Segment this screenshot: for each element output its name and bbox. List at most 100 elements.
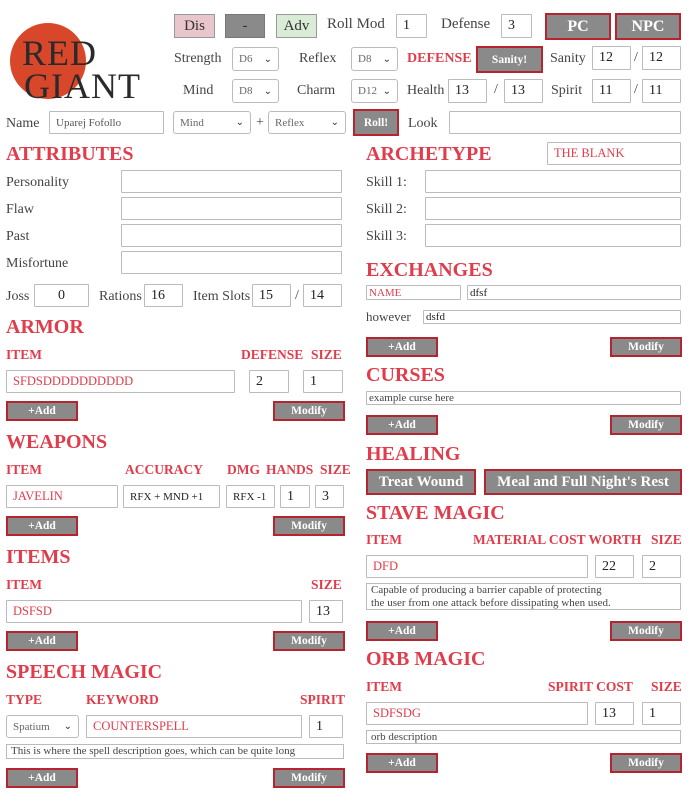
orb-modify-button[interactable]: Modify [610,753,682,773]
items-modify-button[interactable]: Modify [273,631,345,651]
look-label: Look [408,116,438,131]
item-name-input[interactable]: DSFSD [6,600,302,623]
item-slots-current-input[interactable]: 15 [252,284,291,307]
curse-input[interactable]: example curse here [366,391,681,405]
weapons-add-button[interactable]: +Add [6,516,78,536]
reflex-die-select[interactable]: D8 ⌄ [351,47,398,71]
exchanges-modify-button[interactable]: Modify [610,337,682,357]
skill3-input[interactable] [425,224,681,247]
weapon-hands-input[interactable]: 1 [280,485,310,508]
stave-description-textarea[interactable]: Capable of producing a barrier capable o… [366,583,681,610]
exchange-name-input[interactable]: NAME [366,285,461,300]
character-name-input[interactable]: Uparej Fofollo [49,111,164,134]
chevron-down-icon: ⌄ [382,53,391,65]
armor-add-button[interactable]: +Add [6,401,78,421]
weapon-size-input[interactable]: 3 [315,485,344,508]
look-input[interactable] [449,111,681,134]
personality-input[interactable] [121,170,342,193]
orb-size-input[interactable]: 1 [642,702,681,725]
stave-cost-input[interactable]: 22 [595,555,634,578]
chevron-down-icon: ⌄ [382,85,391,97]
weapons-col-size: SIZE [320,462,351,477]
weapon-item-input[interactable]: JAVELIN [6,485,118,508]
health-label: Health [407,83,445,98]
health-current-input[interactable]: 13 [448,79,487,103]
speech-modify-button[interactable]: Modify [273,768,345,788]
weapons-modify-button[interactable]: Modify [273,516,345,536]
speech-add-button[interactable]: +Add [6,768,78,788]
exchanges-add-button[interactable]: +Add [366,337,438,357]
weapon-accuracy-input[interactable]: RFX + MND +1 [123,485,220,508]
treat-wound-button[interactable]: Treat Wound [366,469,476,495]
stave-modify-button[interactable]: Modify [610,621,682,641]
stave-add-button[interactable]: +Add [366,621,438,641]
item-slots-max-input[interactable]: 14 [303,284,342,307]
sanity-current-input[interactable]: 12 [592,46,631,70]
spirit-current-input[interactable]: 11 [592,79,631,103]
curses-modify-button[interactable]: Modify [610,415,682,435]
joss-input[interactable]: 0 [34,284,89,307]
speech-col-keyword: KEYWORD [86,692,159,707]
speech-description-textarea[interactable]: This is where the spell description goes… [6,744,344,759]
sanity-slash: / [634,50,638,65]
roll-mod-input[interactable]: 1 [396,14,427,38]
armor-defense-input[interactable]: 2 [249,370,289,393]
speech-col-spirit: SPIRIT [300,692,346,707]
stave-item-input[interactable]: DFD [366,555,588,578]
stave-magic-title: STAVE MAGIC [366,502,505,524]
charm-die-select[interactable]: D12 ⌄ [351,79,398,103]
mind-die-value: D8 [239,85,253,97]
flaw-input[interactable] [121,197,342,220]
archetype-input[interactable]: THE BLANK [547,142,681,165]
speech-type-value: Spatium [13,720,50,733]
orb-add-button[interactable]: +Add [366,753,438,773]
speech-type-select[interactable]: Spatium ⌄ [6,715,79,738]
weapon-dmg-input[interactable]: RFX -1 [226,485,275,508]
pc-button[interactable]: PC [545,13,611,40]
curses-add-button[interactable]: +Add [366,415,438,435]
misfortune-label: Misfortune [6,256,69,271]
past-input[interactable] [121,224,342,247]
sanity-roll-button[interactable]: Sanity! [476,46,543,73]
items-add-button[interactable]: +Add [6,631,78,651]
advantage-button[interactable]: Adv [276,14,317,38]
meal-and-rest-button[interactable]: Meal and Full Night's Rest [484,469,682,495]
rations-input[interactable]: 16 [144,284,183,307]
exchange-desc-input[interactable]: dfsf [467,285,681,300]
orb-magic-title: ORB MAGIC [366,648,486,670]
armor-size-input[interactable]: 1 [303,370,343,393]
skill1-input[interactable] [425,170,681,193]
npc-button[interactable]: NPC [615,13,681,40]
mind-die-select[interactable]: D8 ⌄ [232,79,279,103]
exchange-row-desc-input[interactable]: dsfd [423,310,681,324]
misfortune-input[interactable] [121,251,342,274]
items-col-item: ITEM [6,577,43,592]
health-max-input[interactable]: 13 [504,79,543,103]
speech-keyword-input[interactable]: COUNTERSPELL [86,715,302,738]
healing-title: HEALING [366,443,461,465]
neutral-roll-button[interactable]: - [225,14,265,38]
armor-modify-button[interactable]: Modify [273,401,345,421]
roll-button[interactable]: Roll! [353,109,399,136]
skill2-input[interactable] [425,197,681,220]
speech-magic-title: SPEECH MAGIC [6,661,163,683]
spirit-max-input[interactable]: 11 [642,79,681,103]
speech-spirit-input[interactable]: 1 [309,715,343,738]
stave-size-input[interactable]: 2 [642,555,681,578]
sanity-label: Sanity [550,51,586,66]
exchange-row-name: however [366,309,411,324]
armor-col-size: SIZE [311,347,342,362]
orb-cost-input[interactable]: 13 [595,702,634,725]
sanity-max-input[interactable]: 12 [642,46,681,70]
weapons-col-item: ITEM [6,462,43,477]
roll-stat2-select[interactable]: Reflex ⌄ [268,111,346,134]
disadvantage-button[interactable]: Dis [174,14,215,38]
item-size-input[interactable]: 13 [309,600,343,623]
orb-description-textarea[interactable]: orb description [366,730,681,744]
roll-stat1-select[interactable]: Mind ⌄ [173,111,251,134]
name-label: Name [6,116,40,131]
strength-die-select[interactable]: D6 ⌄ [232,47,279,71]
orb-item-input[interactable]: SDFSDG [366,702,588,725]
armor-item-input[interactable]: SFDSDDDDDDDDDD [6,370,235,393]
defense-input[interactable]: 3 [501,14,532,38]
